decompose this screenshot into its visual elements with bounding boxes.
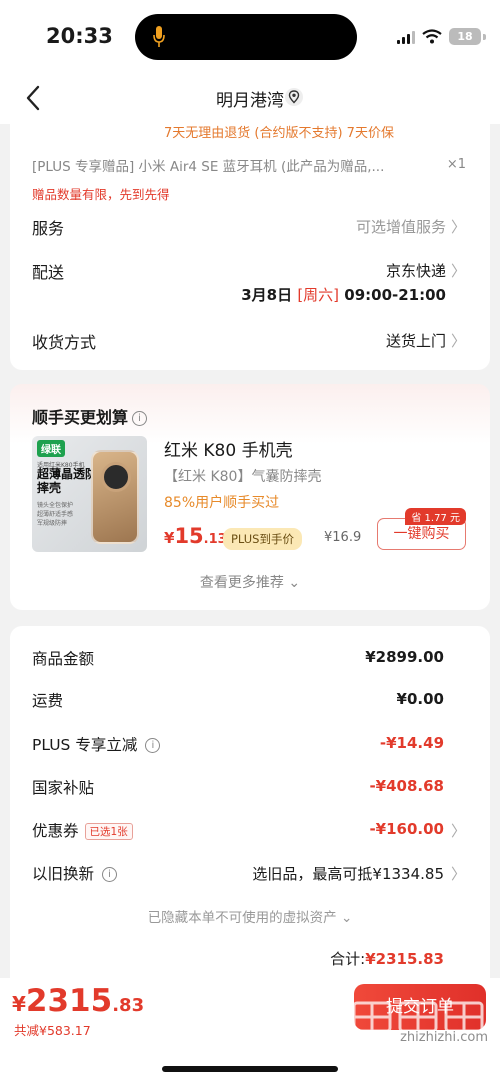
image-slogan: 超薄晶透防摔壳 xyxy=(37,467,98,495)
tradein-info-icon[interactable]: i xyxy=(102,867,118,882)
summary-label-coupon[interactable]: 优惠券 已选1张 xyxy=(32,819,133,841)
summary-value-plus: -¥14.49 xyxy=(379,734,444,752)
service-label: 服务 xyxy=(32,219,65,238)
price-integer: 15 xyxy=(174,524,204,548)
signal-icon xyxy=(397,30,415,44)
gift-limit-notice: 赠品数量有限，先到先得 xyxy=(32,187,170,202)
checkout-bar: ¥2315.83 共减¥583.17 提交订单 zhizhizhi.com xyxy=(0,978,500,1083)
order-total: 合计:¥2315.83 xyxy=(330,948,444,969)
delivery-chevron-icon[interactable]: 〉 xyxy=(451,260,466,281)
summary-value-coupon[interactable]: -¥160.00 xyxy=(369,820,444,838)
brand-tag: 绿联 xyxy=(37,440,65,457)
delivery-label: 配送 xyxy=(32,263,65,282)
plus-discount-label: PLUS 专享立减 xyxy=(32,736,138,754)
wifi-icon xyxy=(422,29,442,44)
summary-value-shipping: ¥0.00 xyxy=(396,690,444,708)
location-pin-icon[interactable] xyxy=(284,87,304,107)
delivery-carrier[interactable]: 京东快递 xyxy=(386,260,446,281)
summary-value-tradein[interactable]: 选旧品，最高可抵¥1334.85 xyxy=(252,863,444,884)
summary-label-subsidy: 国家补贴 xyxy=(32,779,95,797)
address-title[interactable]: 明月港湾 xyxy=(0,86,500,111)
delivery-time[interactable]: 3月8日 [周六] 09:00-21:00 xyxy=(241,284,446,305)
status-icons: 18 xyxy=(397,28,486,45)
checkout-price-decimal: .83 xyxy=(112,995,145,1016)
return-policy-text: 7天无理由退货 (合约版不支持) 7天价保 xyxy=(164,126,394,141)
total-value: ¥2315.83 xyxy=(365,950,444,968)
price-currency: ¥ xyxy=(164,529,175,547)
product-image[interactable]: 绿联 适用红米K80手机 超薄晶透防摔壳 镜头全包保护 超薄舒适手感 军规级防摔 xyxy=(32,436,147,552)
hidden-assets-toggle[interactable]: 已隐藏本单不可使用的虚拟资产 ⌄ xyxy=(10,906,490,926)
product-price: ¥15.13 xyxy=(164,524,227,548)
coupon-selected-tag: 已选1张 xyxy=(84,823,133,840)
gift-item-text[interactable]: [PLUS 专享赠品] 小米 Air4 SE 蓝牙耳机 (此产品为赠品,... xyxy=(32,155,442,175)
service-value[interactable]: 可选增值服务 xyxy=(356,216,446,237)
more-recommendations-link[interactable]: 查看更多推荐 ⌄ xyxy=(10,572,490,592)
delivery-hours: 09:00-21:00 xyxy=(339,286,446,304)
summary-value-subsidy: -¥408.68 xyxy=(369,777,444,795)
home-indicator xyxy=(162,1066,338,1072)
microphone-icon xyxy=(153,26,165,47)
coupon-chevron-icon[interactable]: 〉 xyxy=(451,820,466,841)
addon-section-title: 顺手买更划算 i xyxy=(32,404,148,428)
plus-price-tag: PLUS到手价 xyxy=(223,528,302,550)
total-savings: 共减¥583.17 xyxy=(14,1023,91,1038)
product-desc: 【红米 K80】气囊防摔壳 xyxy=(164,469,322,485)
product-popularity: 85%用户顺手买过 xyxy=(164,495,280,511)
phone-case-illustration xyxy=(91,450,139,544)
checkout-price-integer: 2315 xyxy=(25,983,113,1019)
receive-method-value[interactable]: 送货上门 xyxy=(386,330,446,351)
price-summary-card: 商品金额 ¥2899.00 运费 ¥0.00 PLUS 专享立减 i -¥14.4… xyxy=(10,626,490,992)
savings-badge: 省 1.77 元 xyxy=(405,508,466,525)
summary-value-goods: ¥2899.00 xyxy=(365,648,444,666)
service-chevron-icon[interactable]: 〉 xyxy=(451,216,466,237)
gift-quantity: ×1 xyxy=(446,157,466,172)
addon-title-text: 顺手买更划算 xyxy=(32,408,129,427)
delivery-date: 3月8日 xyxy=(241,286,298,304)
delivery-weekday: [周六] xyxy=(297,286,340,304)
info-icon[interactable]: i xyxy=(132,411,148,426)
battery-cap xyxy=(483,33,486,40)
receive-chevron-icon[interactable]: 〉 xyxy=(451,330,466,351)
summary-label-goods: 商品金额 xyxy=(32,650,95,668)
tradein-label: 以旧换新 xyxy=(32,865,95,883)
receive-method-label: 收货方式 xyxy=(32,333,97,352)
original-price: ¥16.9 xyxy=(324,530,362,545)
camera-lens-icon xyxy=(101,462,131,492)
total-label: 合计: xyxy=(330,950,366,968)
order-info-card: 7天无理由退货 (合约版不支持) 7天价保 [PLUS 专享赠品] 小米 Air… xyxy=(10,112,490,370)
coupon-label: 优惠券 xyxy=(32,822,79,840)
battery-icon: 18 xyxy=(449,28,481,45)
summary-label-plus: PLUS 专享立减 i xyxy=(32,733,161,755)
summary-label-tradein[interactable]: 以旧换新 i xyxy=(32,862,118,884)
tradein-chevron-icon[interactable]: 〉 xyxy=(451,863,466,884)
watermark-text: zhizhizhi.com xyxy=(400,1030,488,1045)
addon-recommendation-card: 顺手买更划算 i 绿联 适用红米K80手机 超薄晶透防摔壳 镜头全包保护 超薄舒适… xyxy=(10,384,490,610)
status-bar: 20:33 18 xyxy=(0,0,500,70)
summary-label-shipping: 运费 xyxy=(32,692,64,710)
image-features: 镜头全包保护 超薄舒适手感 军规级防摔 xyxy=(37,502,74,527)
clock: 20:33 xyxy=(46,24,113,48)
checkout-price: ¥2315.83 xyxy=(12,983,144,1019)
dynamic-island xyxy=(135,14,357,60)
watermark-logo-icon xyxy=(352,1001,484,1033)
product-name[interactable]: 红米 K80 手机壳 xyxy=(164,436,293,461)
plus-info-icon[interactable]: i xyxy=(145,738,161,753)
checkout-currency: ¥ xyxy=(12,992,26,1016)
